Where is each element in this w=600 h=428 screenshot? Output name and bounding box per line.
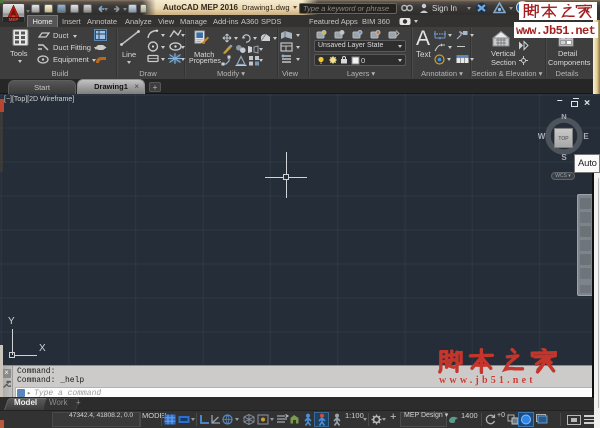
svg-text:W: W <box>538 132 546 141</box>
svg-text:N: N <box>561 112 566 121</box>
svg-text:S: S <box>561 153 567 162</box>
svg-text:E: E <box>583 132 589 141</box>
